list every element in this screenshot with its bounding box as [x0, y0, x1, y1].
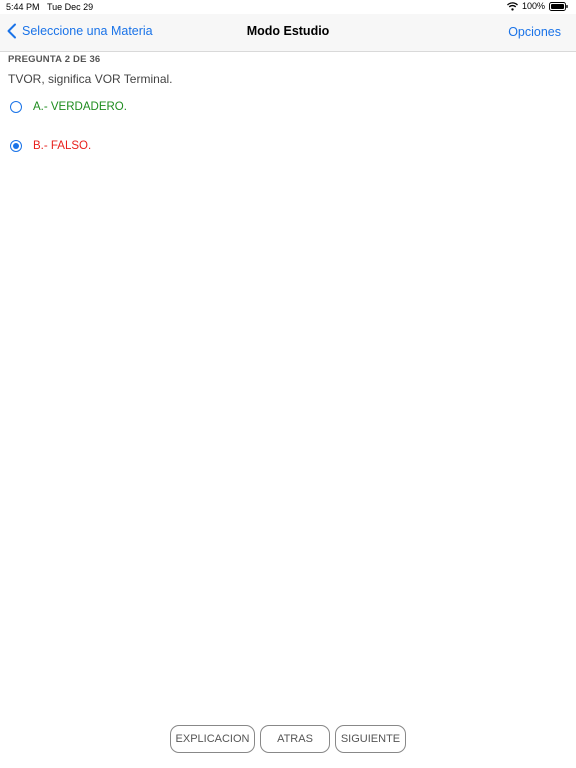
battery-icon [549, 1, 568, 11]
explanation-button[interactable]: EXPLICACION [170, 725, 255, 753]
navigation-bar: Seleccione una Materia Modo Estudio Opci… [0, 14, 576, 52]
radio-button-b[interactable] [10, 140, 22, 152]
options-button[interactable]: Opciones [508, 25, 561, 39]
answer-option-b-label: B.- FALSO. [33, 140, 92, 152]
answer-option-a-label: A.- VERDADERO. [33, 101, 127, 113]
status-date: Tue Dec 29 [47, 2, 94, 12]
next-button[interactable]: SIGUIENTE [335, 725, 406, 753]
page-title: Modo Estudio [246, 24, 330, 38]
status-time: 5:44 PM [6, 2, 40, 12]
battery-percent: 100% [521, 1, 545, 11]
status-indicators: 100% [507, 1, 568, 11]
answer-option-a[interactable]: A.- VERDADERO. [10, 101, 127, 113]
radio-button-a[interactable] [10, 101, 22, 113]
question-text: TVOR, significa VOR Terminal. [8, 72, 173, 86]
answer-option-b[interactable]: B.- FALSO. [10, 140, 91, 152]
previous-button[interactable]: ATRAS [260, 725, 330, 753]
status-bar: 5:44 PM Tue Dec 29 100% [0, 0, 576, 14]
question-counter: PREGUNTA 2 DE 36 [8, 54, 101, 65]
wifi-icon [507, 1, 518, 11]
bottom-toolbar: EXPLICACION ATRAS SIGUIENTE [0, 725, 576, 753]
